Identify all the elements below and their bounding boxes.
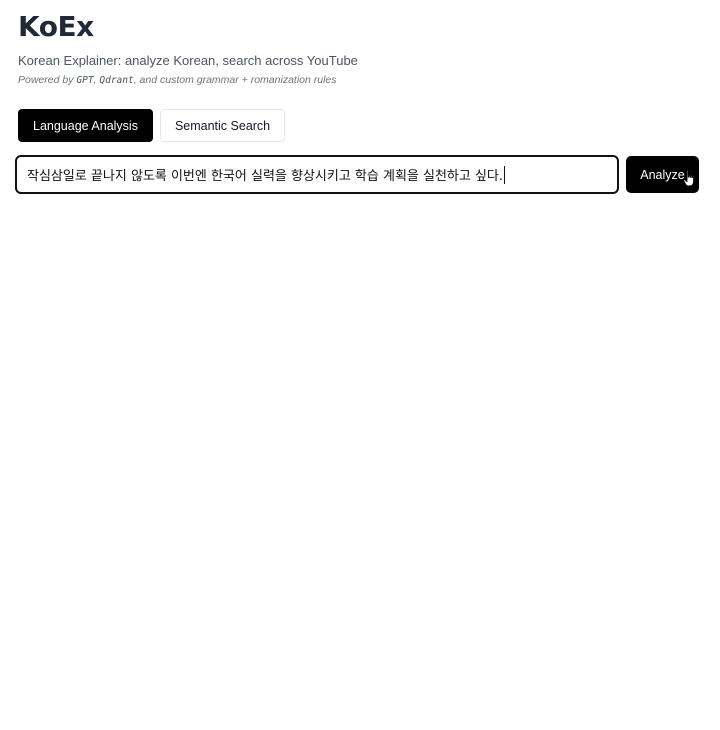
- powered-by-line: Powered by GPT, Qdrant, and custom gramm…: [18, 73, 702, 88]
- powered-suffix: , and custom grammar + romanization rule…: [133, 74, 337, 86]
- tech-qdrant: Qdrant: [99, 75, 134, 86]
- app-title: KoEx: [18, 10, 94, 43]
- analyze-button[interactable]: Analyze: [626, 156, 699, 193]
- korean-text-input[interactable]: 작심삼일로 끝나지 않도록 이번엔 한국어 실력을 향상시키고 학습 계획을 실…: [15, 155, 619, 194]
- app-subtitle: Korean Explainer: analyze Korean, search…: [18, 53, 358, 68]
- tab-bar: Language Analysis Semantic Search: [18, 109, 702, 142]
- tab-semantic-search[interactable]: Semantic Search: [159, 109, 286, 142]
- powered-prefix: Powered by: [18, 74, 77, 86]
- hand-pointer-icon: [683, 169, 695, 187]
- analyze-button-label: Analyze: [640, 167, 685, 182]
- tab-language-analysis[interactable]: Language Analysis: [18, 109, 153, 142]
- input-value: 작심삼일로 끝나지 않도록 이번엔 한국어 실력을 향상시키고 학습 계획을 실…: [27, 169, 504, 184]
- analyze-form: 작심삼일로 끝나지 않도록 이번엔 한국어 실력을 향상시키고 학습 계획을 실…: [15, 155, 702, 194]
- tech-gpt: GPT: [76, 75, 94, 86]
- app-container: KoEx Korean Explainer: analyze Korean, s…: [0, 0, 720, 730]
- text-caret: [504, 165, 506, 184]
